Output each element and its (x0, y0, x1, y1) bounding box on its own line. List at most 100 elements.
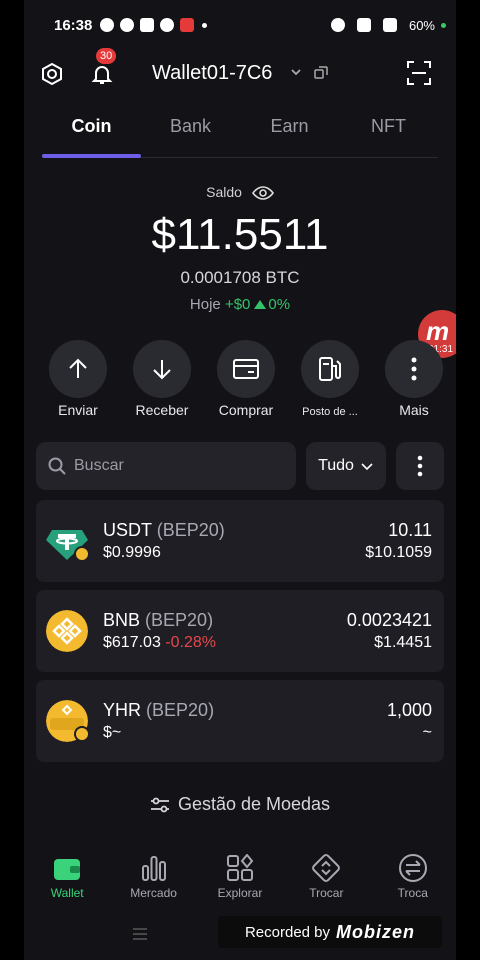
token-price-row: $617.03 -0.28% (103, 634, 216, 652)
nav-market[interactable]: Mercado (110, 852, 196, 900)
more-notifications-dot (202, 22, 208, 28)
token-price-row: $0.9996 (103, 544, 161, 562)
status-bar: 16:38 60% (54, 14, 446, 36)
token-price-row: $~ (103, 724, 121, 742)
bell-icon[interactable] (90, 62, 114, 86)
sliders-icon (150, 797, 169, 813)
filter-dropdown[interactable]: Tudo (306, 442, 386, 490)
bnb-chain-badge-icon (74, 546, 90, 562)
eye-icon[interactable] (251, 186, 274, 201)
tab-bank[interactable]: Bank (141, 108, 240, 157)
search-input[interactable]: Buscar (36, 442, 296, 490)
action-buy[interactable]: Comprar (204, 340, 288, 418)
tab-earn[interactable]: Earn (240, 108, 339, 157)
nav-swap-label: Trocar (309, 886, 344, 900)
search-icon (48, 457, 66, 475)
filter-label: Tudo (318, 457, 354, 474)
privacy-indicator-dot (441, 22, 446, 28)
nav-explore-label: Explorar (217, 886, 263, 900)
wallet-selector[interactable]: Wallet01-7C6 (152, 62, 272, 85)
token-symbol: YHR (103, 700, 142, 720)
settings-gear-icon[interactable] (40, 62, 64, 86)
search-placeholder: Buscar (74, 457, 124, 474)
token-amount: 1,000 (386, 700, 432, 720)
bnb-chain-badge-icon (74, 726, 90, 742)
arrow-down-icon (153, 360, 171, 380)
signal-icon (382, 18, 397, 32)
action-send-circle[interactable] (49, 340, 107, 398)
scan-icon[interactable] (406, 60, 432, 86)
action-gas-station[interactable]: Posto de ... (288, 340, 372, 418)
token-name: USDT (BEP20) (103, 520, 225, 541)
swap-icon (312, 854, 341, 882)
token-row-usdt[interactable]: USDT (BEP20) $0.9996 10.11 $10.1059 (36, 500, 444, 582)
chevron-down-icon (361, 463, 373, 471)
action-gas-station-label: Posto de ... (302, 406, 358, 418)
recording-watermark: Recorded by Mobizen (218, 916, 442, 948)
tab-coin[interactable]: Coin (42, 108, 141, 158)
status-time: 16:38 (54, 16, 93, 34)
watermark-text: Recorded by (244, 923, 331, 941)
quick-actions: Enviar Receber Comprar Posto de ... Mais (36, 340, 456, 418)
total-balance: $11.5511 (151, 210, 329, 259)
action-more-circle[interactable] (385, 340, 443, 398)
top-bar: 30 Wallet01-7C6 (24, 48, 456, 94)
token-row-yhr[interactable]: YHR (BEP20) $~ 1,000 ~ (36, 680, 444, 762)
token-amount: 0.0023421 (346, 610, 432, 630)
token-change: -0.28% (165, 634, 216, 651)
today-change-amount: +$0 (224, 296, 251, 313)
token-network: (BEP20) (145, 610, 214, 630)
today-change-percent: 0% (268, 296, 291, 313)
sos-icon (180, 18, 195, 32)
action-receive[interactable]: Receber (120, 340, 204, 418)
nav-exchange[interactable]: Troca (370, 852, 456, 900)
wallet-icon (54, 859, 81, 880)
token-amount: 10.11 (388, 520, 432, 540)
bottom-navigation: Wallet Mercado Explorar Trocar Troca (24, 852, 456, 900)
nav-exchange-label: Troca (397, 886, 428, 900)
tab-nft[interactable]: NFT (339, 108, 438, 157)
list-options-button[interactable] (396, 442, 444, 490)
nav-wallet[interactable]: Wallet (24, 852, 110, 900)
chevron-down-icon[interactable] (290, 66, 302, 78)
token-price: $~ (103, 724, 122, 741)
whatsapp-icon (100, 18, 115, 32)
action-more[interactable]: Mais (372, 340, 456, 418)
notification-badge: 30 (96, 48, 117, 64)
action-receive-label: Receber (135, 402, 189, 418)
action-buy-label: Comprar (218, 402, 274, 418)
token-value: $10.1059 (365, 544, 432, 561)
manage-coins-button[interactable]: Gestão de Moedas (24, 794, 456, 815)
token-price: $617.03 (103, 634, 161, 651)
bar-chart-icon (141, 856, 166, 881)
grid-icon (226, 854, 254, 881)
copy-icon[interactable] (314, 66, 328, 80)
balance-btc: 0.0001708 BTC (180, 268, 300, 287)
wifi-icon (356, 18, 371, 32)
fuel-station-icon (319, 357, 341, 381)
watermark-brand: Mobizen (336, 921, 416, 942)
more-vertical-icon (411, 357, 417, 381)
token-symbol: USDT (103, 520, 152, 540)
token-name: BNB (BEP20) (103, 610, 213, 631)
action-buy-circle[interactable] (217, 340, 275, 398)
token-symbol: BNB (103, 610, 141, 630)
card-icon (233, 359, 259, 379)
today-label: Hoje (189, 296, 221, 313)
more-vertical-icon (417, 455, 423, 477)
action-receive-circle[interactable] (133, 340, 191, 398)
up-triangle-icon (254, 300, 267, 309)
recent-apps-icon[interactable] (132, 926, 148, 942)
bnb-logo-icon (46, 610, 88, 652)
action-send[interactable]: Enviar (36, 340, 120, 418)
nav-swap[interactable]: Trocar (283, 852, 369, 900)
nav-market-label: Mercado (130, 886, 177, 900)
token-value: ~ (422, 724, 432, 741)
action-gas-station-circle[interactable] (301, 340, 359, 398)
arrow-up-icon (69, 358, 87, 378)
balance-label-row: Saldo (24, 184, 456, 201)
token-value: $1.4451 (374, 634, 432, 651)
token-row-bnb[interactable]: BNB (BEP20) $617.03 -0.28% 0.0023421 $1.… (36, 590, 444, 672)
nav-explore[interactable]: Explorar (197, 852, 283, 900)
token-name: YHR (BEP20) (103, 700, 214, 721)
